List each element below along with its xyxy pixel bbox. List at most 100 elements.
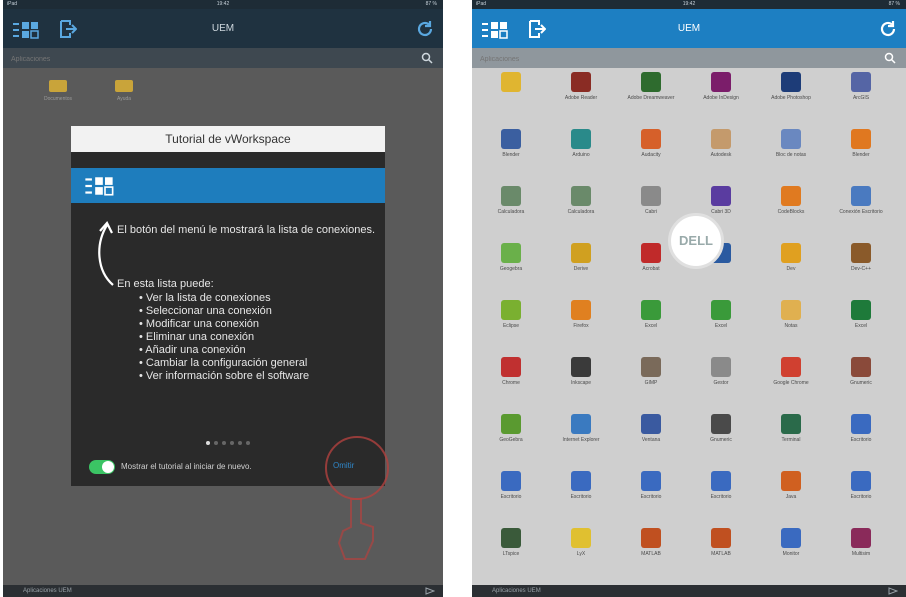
tutorial-list-title: En esta lista puede: — [117, 278, 214, 290]
app-tile[interactable]: Dev — [758, 243, 824, 272]
search-icon[interactable] — [884, 52, 896, 64]
bottom-label: Aplicaciones UEM — [492, 588, 541, 594]
search-input[interactable] — [478, 51, 786, 67]
app-tile[interactable]: Escritorio — [478, 471, 544, 500]
tutorial-list-item: • Modificar una conexión — [139, 318, 260, 330]
app-tile[interactable]: Cabri — [618, 186, 684, 215]
app-tile[interactable]: Audacity — [618, 129, 684, 158]
app-tile[interactable]: Excel — [828, 300, 894, 329]
app-tile[interactable]: Calculadora — [548, 186, 614, 215]
app-tile[interactable]: Autodesk — [688, 129, 754, 158]
app-tile[interactable]: GIMP — [618, 357, 684, 386]
app-tile[interactable]: Excel — [618, 300, 684, 329]
app-tile[interactable]: Dev-C++ — [828, 243, 894, 272]
status-bar: iPad 19:42 87 % — [3, 0, 443, 9]
folder-documentos[interactable]: Documentos — [33, 80, 83, 102]
app-tile[interactable]: Arduino — [548, 129, 614, 158]
share-icon[interactable] — [425, 587, 435, 595]
app-tile[interactable]: MATLAB — [688, 528, 754, 557]
refresh-icon[interactable] — [415, 19, 435, 39]
app-tile[interactable]: Escritorio — [688, 471, 754, 500]
app-label: Ventana — [641, 437, 661, 443]
app-label: GIMP — [644, 380, 658, 386]
app-tile[interactable] — [478, 72, 544, 95]
app-tile[interactable]: Java — [758, 471, 824, 500]
share-icon[interactable] — [888, 587, 898, 595]
app-tile[interactable]: Adobe Photoshop — [758, 72, 824, 101]
page-dot[interactable] — [214, 441, 218, 445]
app-tile[interactable]: Firefox — [548, 300, 614, 329]
app-icon — [641, 129, 661, 149]
app-tile[interactable]: Escritorio — [548, 471, 614, 500]
app-tile[interactable]: Geogebra — [478, 243, 544, 272]
search-icon[interactable] — [421, 52, 433, 64]
app-icon — [781, 414, 801, 434]
app-tile[interactable]: Gnumeric — [828, 357, 894, 386]
app-tile[interactable]: Inkscape — [548, 357, 614, 386]
app-tile[interactable]: LyX — [548, 528, 614, 557]
app-tile[interactable]: Adobe Dreamweaver — [618, 72, 684, 101]
app-icon — [571, 528, 591, 548]
app-tile[interactable]: MATLAB — [618, 528, 684, 557]
page-dot[interactable] — [230, 441, 234, 445]
refresh-icon[interactable] — [878, 19, 898, 39]
page-dot[interactable] — [222, 441, 226, 445]
back-arrow-icon — [501, 72, 521, 92]
app-icon — [711, 528, 731, 548]
app-tile[interactable]: Notas — [758, 300, 824, 329]
app-icon — [711, 72, 731, 92]
app-label: Autodesk — [710, 152, 732, 158]
app-label: Adobe Photoshop — [771, 95, 811, 101]
app-tile[interactable]: Derive — [548, 243, 614, 272]
app-tile[interactable]: Adobe InDesign — [688, 72, 754, 101]
app-label: Calculadora — [497, 209, 525, 215]
app-icon — [571, 243, 591, 263]
app-icon — [501, 129, 521, 149]
app-tile[interactable]: Gestor — [688, 357, 754, 386]
app-tile[interactable]: ArcGIS — [828, 72, 894, 101]
app-tile[interactable]: Cabri 3D — [688, 186, 754, 215]
app-icon — [571, 471, 591, 491]
app-tile[interactable]: Blender — [478, 129, 544, 158]
app-icon — [781, 357, 801, 377]
status-bar: iPad 19:42 87 % — [472, 0, 906, 9]
app-tile[interactable]: Multisim — [828, 528, 894, 557]
app-tile[interactable]: GeoGebra — [478, 414, 544, 443]
app-tile[interactable]: Gnumeric — [688, 414, 754, 443]
app-tile[interactable]: Bloc de notas — [758, 129, 824, 158]
app-tile[interactable]: Adobe Reader — [548, 72, 614, 101]
folder-ayuda[interactable]: Ayuda — [99, 80, 149, 102]
app-tile[interactable]: Ventana — [618, 414, 684, 443]
app-label: Internet Explorer — [562, 437, 600, 443]
app-icon — [641, 300, 661, 320]
tutorial-list-item: • Añadir una conexión — [139, 344, 246, 356]
app-icon — [851, 357, 871, 377]
app-tile[interactable]: Google Chrome — [758, 357, 824, 386]
app-tile[interactable]: Calculadora — [478, 186, 544, 215]
app-title: UEM — [211, 23, 235, 34]
page-dot[interactable] — [246, 441, 250, 445]
app-tile[interactable]: CodeBlocks — [758, 186, 824, 215]
app-tile[interactable]: Chrome — [478, 357, 544, 386]
tutorial-list-item: • Ver la lista de conexiones — [139, 292, 271, 304]
app-tile[interactable]: Escritorio — [828, 414, 894, 443]
app-label: LyX — [576, 551, 586, 557]
app-tile[interactable]: Excel — [688, 300, 754, 329]
page-dot[interactable] — [206, 441, 210, 445]
app-tile[interactable]: Blender — [828, 129, 894, 158]
search-input[interactable] — [9, 51, 321, 67]
app-tile[interactable]: Escritorio — [618, 471, 684, 500]
app-tile[interactable]: Escritorio — [828, 471, 894, 500]
app-label: Adobe Dreamweaver — [627, 95, 675, 101]
app-label: Java — [785, 494, 797, 500]
app-icon — [851, 300, 871, 320]
app-tile[interactable]: Monitor — [758, 528, 824, 557]
app-label: Escritorio — [570, 494, 592, 500]
show-tutorial-toggle[interactable] — [89, 460, 115, 474]
app-tile[interactable]: Conexión Escritorio — [828, 186, 894, 215]
app-tile[interactable]: Terminal — [758, 414, 824, 443]
app-tile[interactable]: Internet Explorer — [548, 414, 614, 443]
page-dot[interactable] — [238, 441, 242, 445]
app-tile[interactable]: Eclipse — [478, 300, 544, 329]
app-tile[interactable]: LTspice — [478, 528, 544, 557]
